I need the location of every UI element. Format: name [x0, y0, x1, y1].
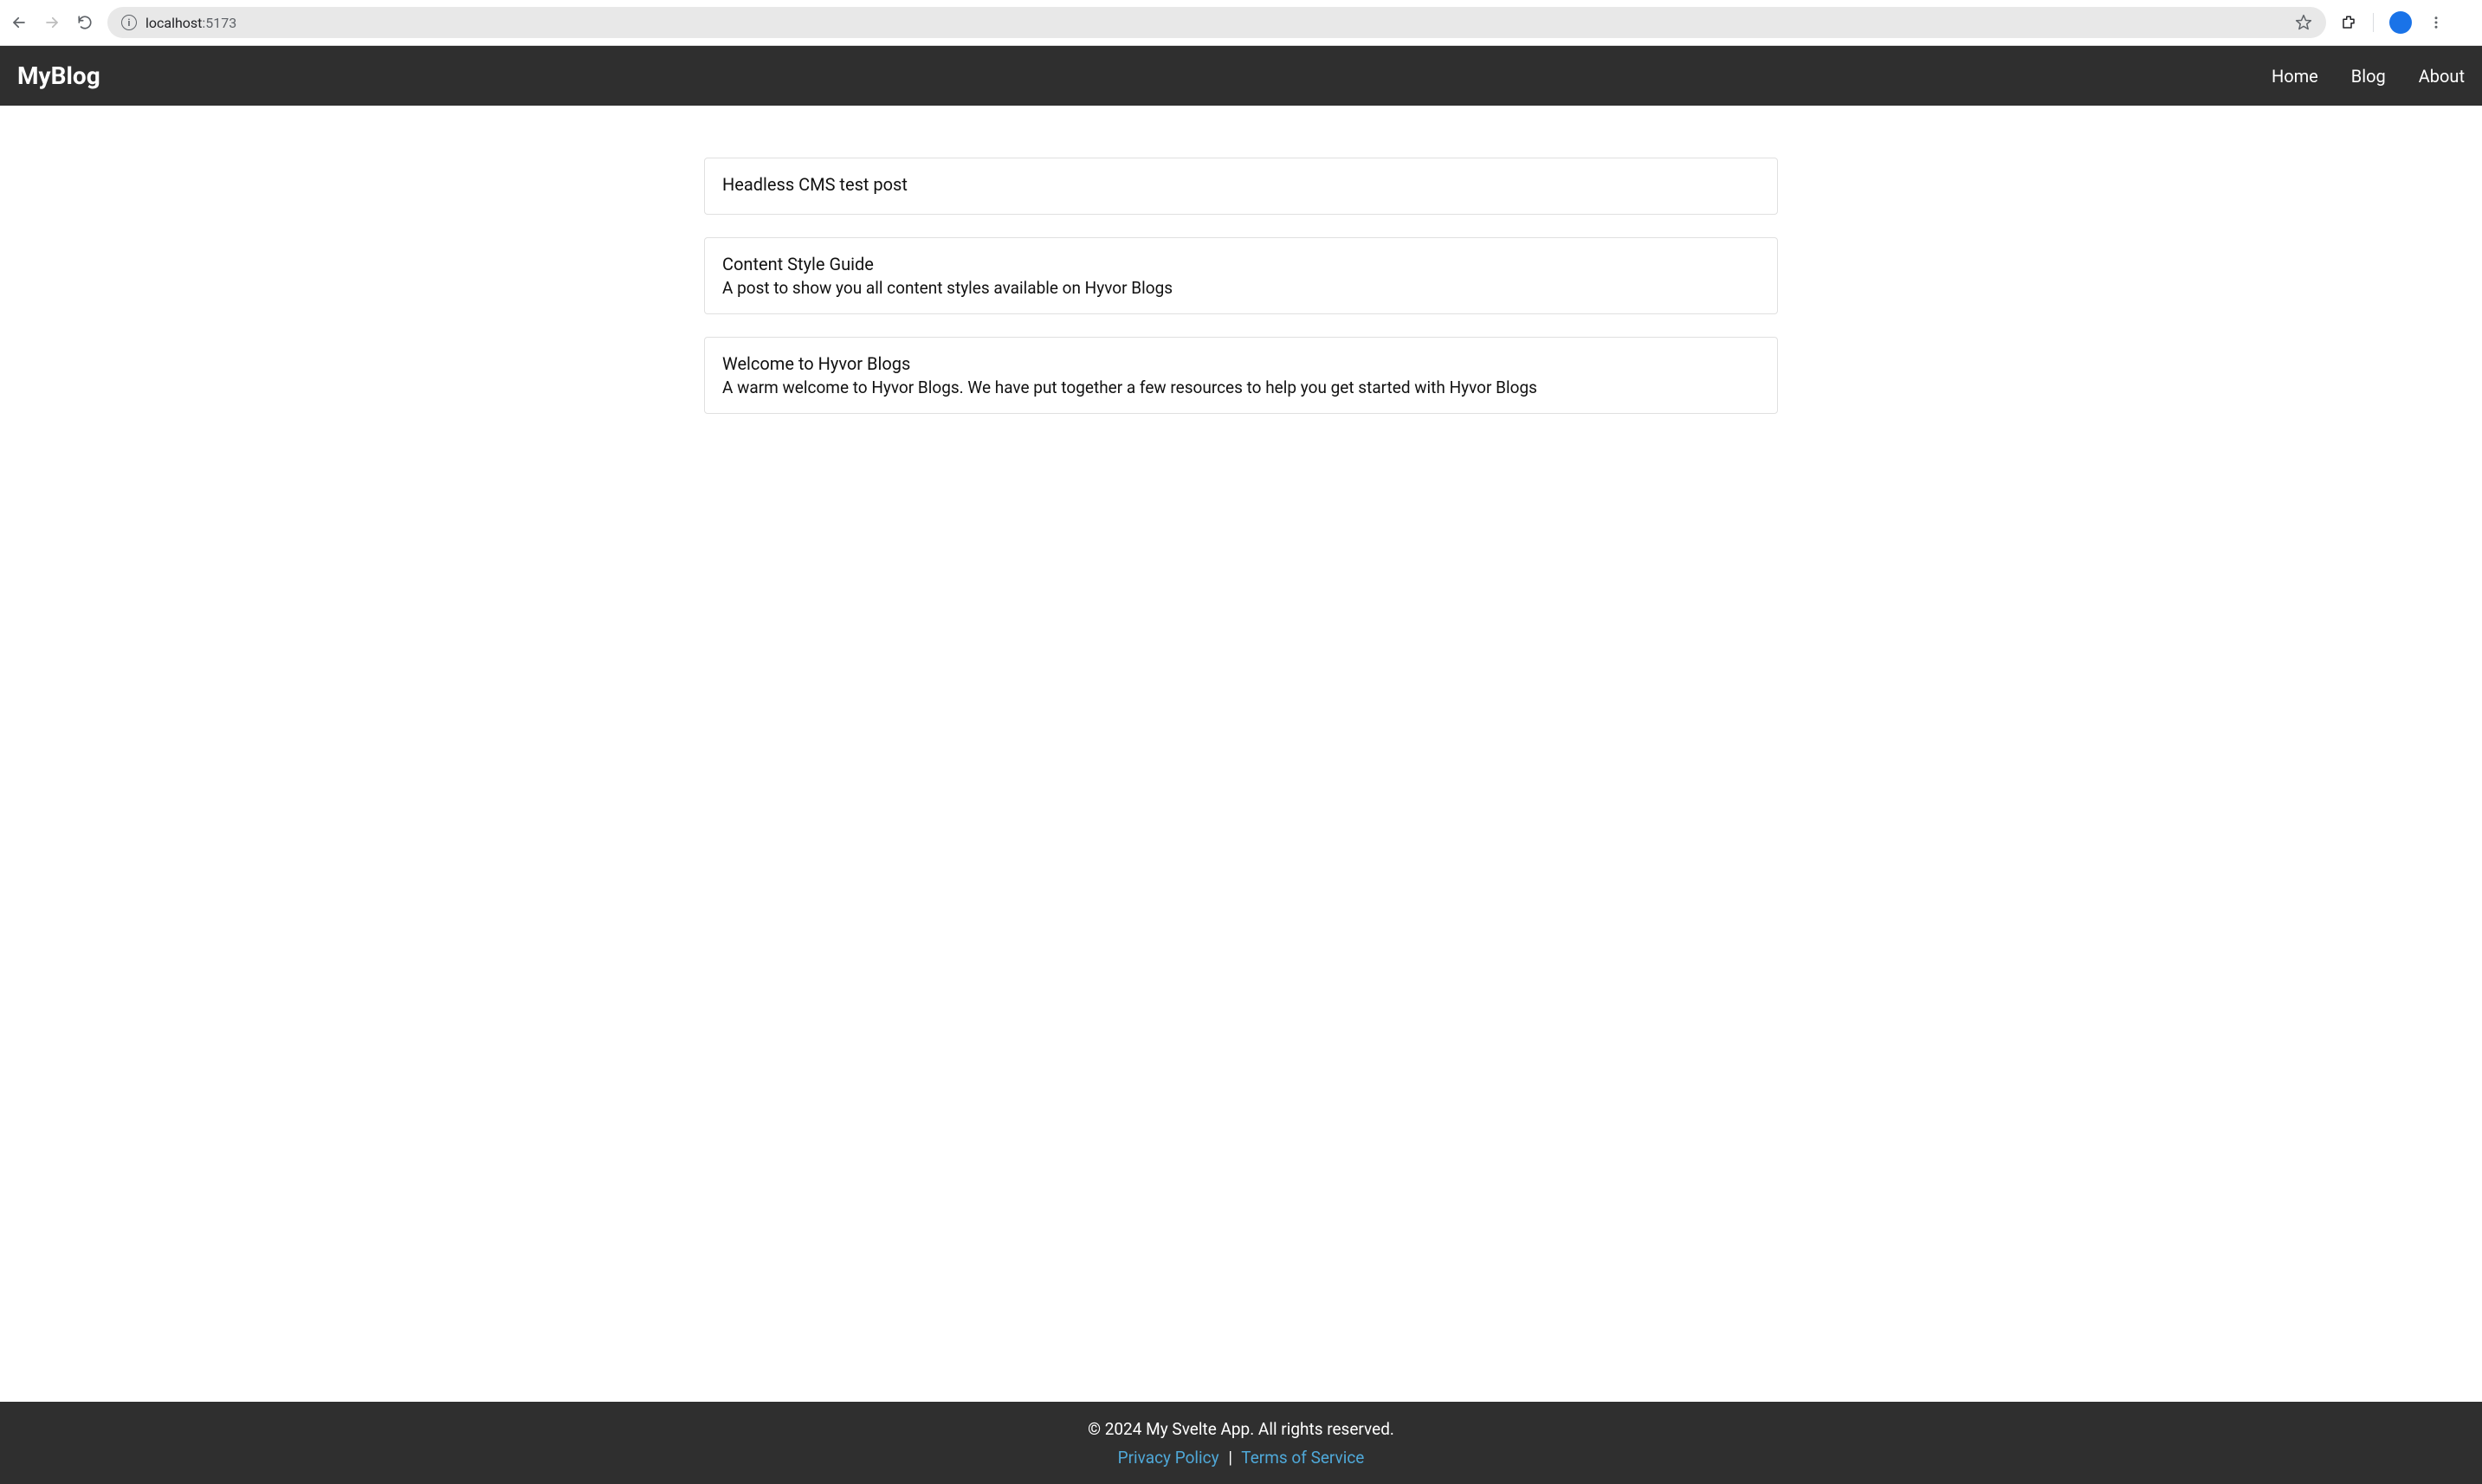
nav-links: Home Blog About: [2272, 66, 2465, 87]
site-footer: © 2024 My Svelte App. All rights reserve…: [0, 1402, 2482, 1484]
bookmark-star-icon[interactable]: [2295, 14, 2312, 31]
nav-link-about[interactable]: About: [2419, 66, 2465, 87]
post-title: Content Style Guide: [722, 254, 1760, 274]
post-title: Headless CMS test post: [722, 174, 1760, 195]
site-info-icon[interactable]: i: [121, 15, 137, 30]
site-logo[interactable]: MyBlog: [17, 61, 100, 90]
browser-nav-buttons: [10, 14, 94, 31]
post-description: A post to show you all content styles av…: [722, 278, 1760, 298]
address-bar[interactable]: i localhost:5173: [107, 7, 2326, 38]
post-title: Welcome to Hyvor Blogs: [722, 353, 1760, 374]
back-icon[interactable]: [10, 14, 28, 31]
post-card[interactable]: Content Style Guide A post to show you a…: [704, 237, 1778, 314]
reload-icon[interactable]: [76, 14, 94, 31]
footer-separator: |: [1228, 1448, 1232, 1468]
post-description: A warm welcome to Hyvor Blogs. We have p…: [722, 377, 1760, 397]
post-list: Headless CMS test post Content Style Gui…: [687, 106, 1795, 1402]
profile-avatar[interactable]: [2389, 11, 2412, 34]
nav-link-home[interactable]: Home: [2272, 66, 2318, 87]
browser-toolbar: i localhost:5173: [0, 0, 2482, 46]
post-card[interactable]: Headless CMS test post: [704, 158, 1778, 215]
extensions-icon[interactable]: [2340, 14, 2357, 31]
site-header: MyBlog Home Blog About: [0, 46, 2482, 106]
menu-dots-icon[interactable]: [2427, 14, 2445, 31]
url-host: localhost: [145, 15, 202, 31]
privacy-policy-link[interactable]: Privacy Policy: [1118, 1448, 1219, 1468]
browser-right-controls: [2340, 11, 2448, 34]
post-card[interactable]: Welcome to Hyvor Blogs A warm welcome to…: [704, 337, 1778, 414]
footer-copyright: © 2024 My Svelte App. All rights reserve…: [17, 1417, 2465, 1442]
footer-links: Privacy Policy | Terms of Service: [17, 1446, 2465, 1471]
toolbar-divider: [2373, 13, 2374, 32]
url-port: :5173: [202, 15, 236, 31]
terms-of-service-link[interactable]: Terms of Service: [1241, 1448, 1364, 1468]
forward-icon[interactable]: [43, 14, 61, 31]
nav-link-blog[interactable]: Blog: [2351, 66, 2386, 87]
url-text: localhost:5173: [145, 15, 236, 31]
